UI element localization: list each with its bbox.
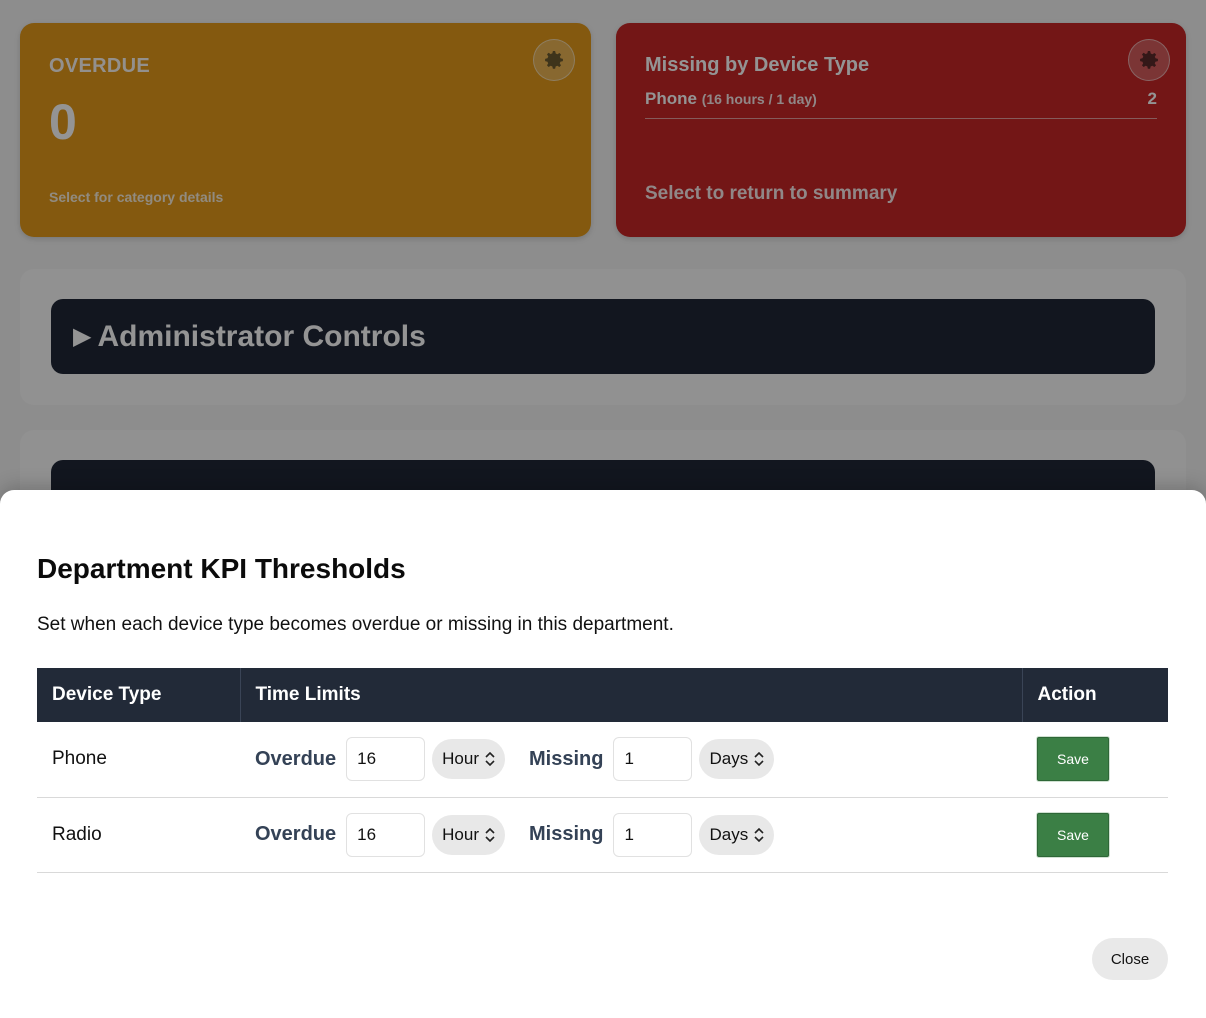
device-type-cell: Radio [37,797,240,873]
column-header-time-limits: Time Limits [239,668,1022,722]
overdue-unit-value: Hour [442,824,480,844]
thresholds-table: Device Type Time Limits Action Phone Ove… [37,668,1168,873]
chevron-updown-icon [754,752,764,767]
modal-title: Department KPI Thresholds [37,553,406,584]
column-header-device-type: Device Type [37,668,240,722]
table-row: Radio Overdue 16 Hour Missing 1 Days Sav… [37,797,1168,873]
action-cell: Save [1022,722,1168,798]
chevron-updown-icon [485,752,495,767]
modal-description: Set when each device type becomes overdu… [37,614,674,635]
missing-label: Missing [529,823,604,845]
time-limits-cell: Overdue 16 Hour Missing 1 Days [240,797,1022,873]
save-button[interactable]: Save [1037,737,1109,782]
missing-value-input[interactable]: 1 [613,737,693,782]
chevron-updown-icon [485,827,495,842]
action-cell: Save [1022,797,1168,873]
kpi-thresholds-modal: Department KPI Thresholds Set when each … [0,490,1206,1018]
missing-unit-value: Days [709,749,749,769]
overdue-label: Overdue [255,823,337,845]
missing-unit-select[interactable]: Days [699,814,775,855]
column-header-action: Action [1021,668,1168,722]
overdue-label: Overdue [255,747,337,770]
overdue-unit-select[interactable]: Hour [432,739,506,780]
time-limits-cell: Overdue 16 Hour Missing 1 Days [240,722,1022,798]
table-row: Phone Overdue 16 Hour Missing 1 Days Sav… [37,722,1168,798]
missing-unit-select[interactable]: Days [699,739,775,780]
save-button[interactable]: Save [1037,812,1109,857]
overdue-unit-select[interactable]: Hour [432,814,506,855]
missing-unit-value: Days [709,824,749,844]
chevron-updown-icon [754,827,764,842]
overdue-unit-value: Hour [442,749,480,769]
missing-label: Missing [529,747,604,770]
overdue-value-input[interactable]: 16 [346,812,426,857]
missing-value-input[interactable]: 1 [613,812,693,857]
device-type-cell: Phone [37,722,240,798]
table-header-row: Device Type Time Limits Action [37,668,1168,722]
close-button[interactable]: Close [1092,938,1168,980]
overdue-value-input[interactable]: 16 [346,737,426,782]
